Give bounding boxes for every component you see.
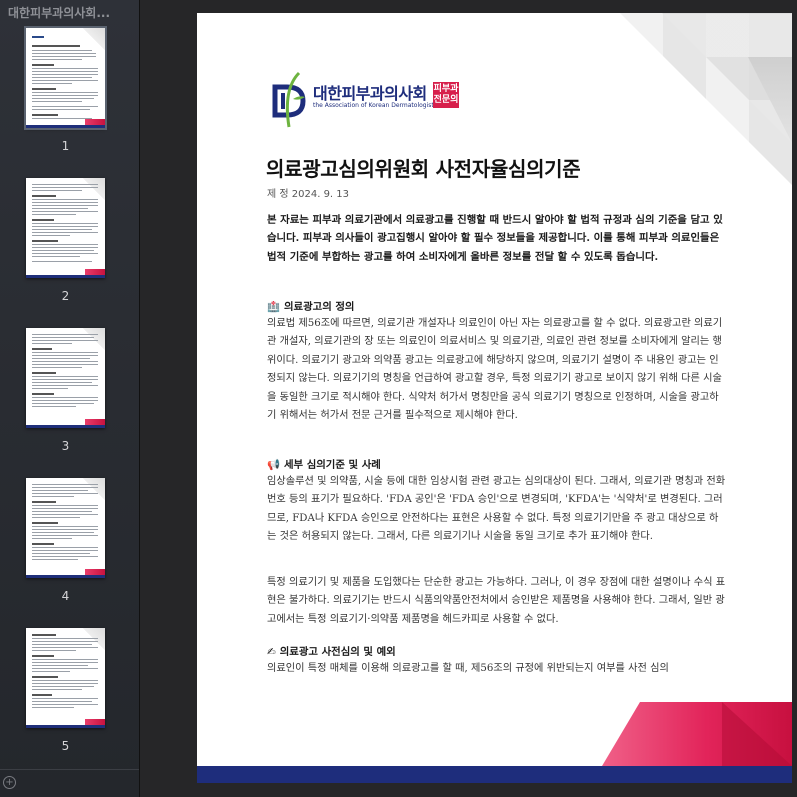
- page-number-2: 2: [61, 289, 70, 303]
- revision-date: 제 정 2024. 9. 13: [267, 189, 350, 200]
- page-thumbnail-5[interactable]: [26, 628, 105, 728]
- add-page-icon[interactable]: +: [3, 776, 16, 789]
- badge-line-1: 피부과: [433, 84, 459, 94]
- page-thumbnail-4[interactable]: [26, 478, 105, 578]
- logo-mark-icon: [272, 71, 306, 128]
- page-number-5: 5: [61, 739, 70, 753]
- hospital-icon: 🏥: [267, 301, 280, 313]
- section-heading-criteria: 📢 세부 심의기준 및 사례: [267, 459, 381, 471]
- section-paragraph: 의료인이 특정 매체를 이용해 의료광고를 할 때, 제56조의 규정에 위반되…: [267, 663, 669, 674]
- sidebar-divider: [0, 769, 139, 770]
- section-paragraph: 임상솔루션 및 의약품, 시술 등에 대한 임상시험 관련 광고는 심의대상이 …: [267, 476, 726, 543]
- thumbnail-sidebar: 대한피부과의사회... 1 2 3 4 5 +: [0, 0, 140, 797]
- document-title: 의료광고심의위원회 사전자율심의기준: [266, 157, 581, 181]
- document-title-label: 대한피부과의사회...: [8, 6, 110, 20]
- page-thumbnail-3[interactable]: [26, 328, 105, 428]
- document-page: 대한피부과의사회 the Association of Korean Derma…: [197, 13, 792, 783]
- page-thumbnail-2[interactable]: [26, 178, 105, 278]
- section-heading-prereview: ✍ 의료광고 사전심의 및 예외: [267, 646, 396, 658]
- decorative-navy-footer: [197, 766, 792, 783]
- section-paragraph: 의료법 제56조에 따르면, 의료기관 개설자나 의료인이 아닌 자는 의료광고…: [267, 318, 723, 422]
- megaphone-icon: 📢: [267, 459, 280, 471]
- page-number-4: 4: [61, 589, 70, 603]
- page-thumbnail-1[interactable]: [24, 26, 107, 130]
- association-logo: 대한피부과의사회 the Association of Korean Derma…: [269, 69, 469, 129]
- section-heading-definition: 🏥 의료광고의 정의: [267, 301, 355, 313]
- logo-english-name: the Association of Korean Dermatologists: [313, 102, 437, 109]
- intro-paragraph: 본 자료는 피부과 의료기관에서 의료광고를 진행할 때 반드시 알아야 할 법…: [267, 214, 723, 263]
- page-number-1: 1: [61, 139, 70, 153]
- specialist-badge: 피부과 전문의: [433, 82, 459, 108]
- logo-korean-name: 대한피부과의사회: [313, 84, 427, 103]
- page-number-3: 3: [61, 439, 70, 453]
- writing-hand-icon: ✍: [267, 646, 276, 658]
- badge-line-2: 전문의: [433, 95, 459, 105]
- section-paragraph: 특정 의료기기 및 제품을 도입했다는 단순한 광고는 가능하다. 그러나, 이…: [267, 577, 726, 625]
